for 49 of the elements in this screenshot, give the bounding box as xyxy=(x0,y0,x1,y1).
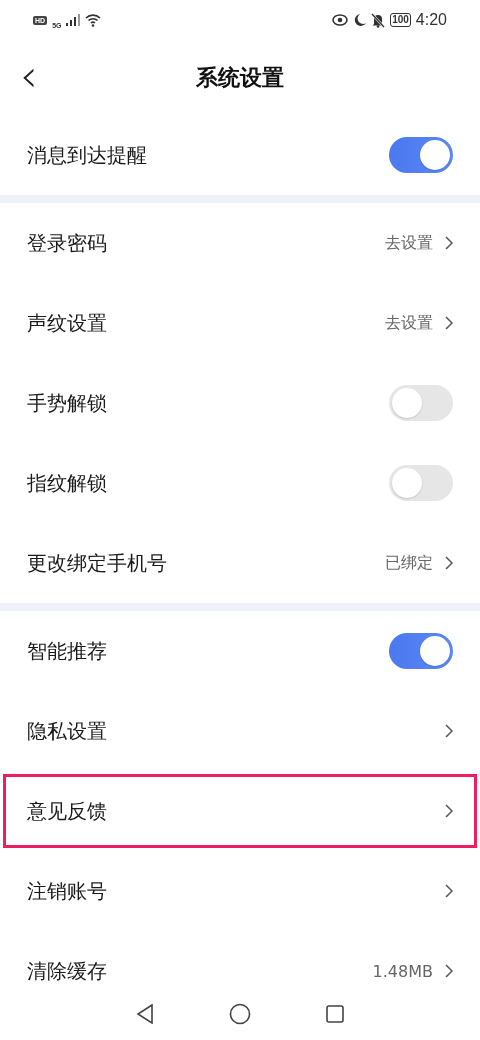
bell-off-icon xyxy=(371,12,386,28)
wifi-icon xyxy=(85,13,102,27)
setting-row[interactable]: 智能推荐 xyxy=(0,611,480,691)
setting-label: 更改绑定手机号 xyxy=(27,549,168,577)
setting-label: 隐私设置 xyxy=(27,717,108,745)
setting-label: 意见反馈 xyxy=(27,797,108,825)
chevron-right-icon xyxy=(445,964,453,978)
chevron-right-icon xyxy=(445,236,453,250)
recents-square-icon[interactable] xyxy=(326,1005,344,1023)
moon-icon xyxy=(353,13,367,27)
back-button[interactable]: ‹ xyxy=(16,58,42,94)
setting-row[interactable]: 手势解锁 xyxy=(0,363,480,443)
setting-value: 去设置 xyxy=(385,312,433,334)
home-circle-icon[interactable] xyxy=(229,1003,251,1025)
highlighted-setting-row[interactable]: 意见反馈 xyxy=(0,771,480,851)
chevron-right-icon xyxy=(445,316,453,330)
setting-row[interactable]: 指纹解锁 xyxy=(0,443,480,523)
setting-label: 登录密码 xyxy=(27,229,108,257)
setting-row[interactable]: 声纹设置 去设置 xyxy=(0,283,480,363)
setting-label: 智能推荐 xyxy=(27,637,108,665)
toggle-switch[interactable] xyxy=(389,385,453,421)
setting-row[interactable]: 消息到达提醒 xyxy=(0,115,480,195)
back-triangle-icon[interactable] xyxy=(136,1004,154,1024)
chevron-right-icon xyxy=(445,724,453,738)
eye-icon xyxy=(332,14,349,26)
setting-label: 清除缓存 xyxy=(27,957,108,985)
toggle-switch[interactable] xyxy=(389,137,453,173)
setting-label: 消息到达提醒 xyxy=(27,141,148,169)
setting-value: 已绑定 xyxy=(385,552,433,574)
battery-level: 100 xyxy=(390,13,411,27)
setting-value: 1.48MB xyxy=(372,961,433,981)
setting-row[interactable]: 隐私设置 xyxy=(0,691,480,771)
page-title: 系统设置 xyxy=(196,63,284,92)
setting-row[interactable]: 清除缓存 1.48MB xyxy=(0,931,480,1011)
setting-row[interactable]: 注销账号 xyxy=(0,851,480,931)
clock-time: 4:20 xyxy=(415,11,447,29)
toggle-switch[interactable] xyxy=(389,465,453,501)
signal-icon xyxy=(66,14,81,26)
toggle-switch[interactable] xyxy=(389,633,453,669)
chevron-right-icon xyxy=(445,884,453,898)
chevron-right-icon xyxy=(445,556,453,570)
setting-label: 声纹设置 xyxy=(27,309,108,337)
setting-row[interactable]: 更改绑定手机号 已绑定 xyxy=(0,523,480,603)
setting-row[interactable]: 登录密码 去设置 xyxy=(0,203,480,283)
setting-label: 注销账号 xyxy=(27,877,108,905)
setting-label: 手势解锁 xyxy=(27,389,108,417)
chevron-right-icon xyxy=(445,804,453,818)
setting-value: 去设置 xyxy=(385,232,433,254)
setting-label: 指纹解锁 xyxy=(27,469,108,497)
